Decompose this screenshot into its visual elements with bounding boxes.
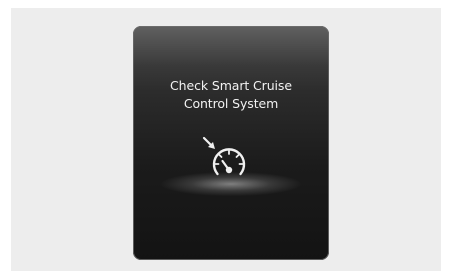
warning-message-line-2: Control System xyxy=(183,96,279,111)
warning-message-line-1: Check Smart Cruise xyxy=(170,78,292,93)
smart-cruise-control-icon xyxy=(202,136,246,176)
cluster-display: Check Smart Cruise Control System xyxy=(133,26,329,260)
